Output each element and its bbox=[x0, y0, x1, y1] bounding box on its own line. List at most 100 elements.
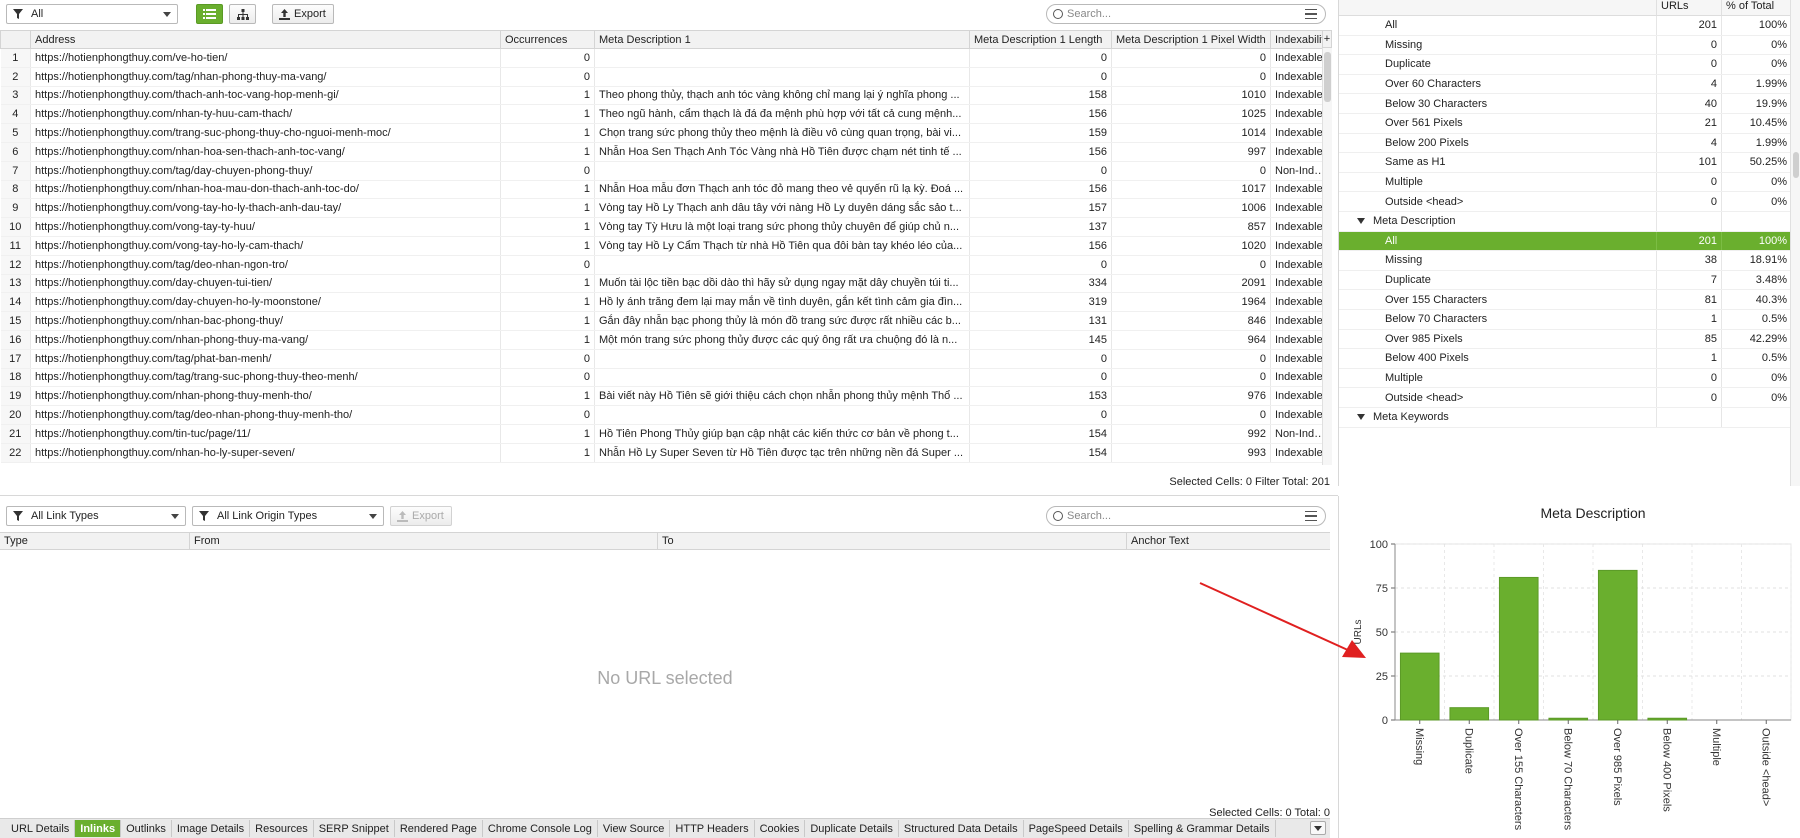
cell-length[interactable]: 157 bbox=[969, 198, 1112, 219]
cell-occurrences[interactable]: 1 bbox=[500, 330, 595, 350]
cell-address[interactable]: https://hotienphongthuy.com/nhan-phong-t… bbox=[30, 330, 501, 350]
cell-pixel-width[interactable]: 1006 bbox=[1111, 198, 1271, 219]
tab-chrome-console-log[interactable]: Chrome Console Log bbox=[483, 820, 598, 837]
row-number[interactable]: 8 bbox=[0, 180, 31, 200]
overview-item[interactable]: Outside <head> 0 0% bbox=[1339, 388, 1791, 408]
cell-length[interactable]: 334 bbox=[969, 274, 1112, 294]
tree-view-button[interactable] bbox=[229, 4, 256, 24]
cell-meta-description[interactable]: Nhẫn Hoa Sen Thạch Anh Tóc Vàng nhà Hồ T… bbox=[594, 142, 970, 162]
cell-address[interactable]: https://hotienphongthuy.com/tag/deo-nhan… bbox=[30, 405, 501, 425]
row-number[interactable]: 15 bbox=[0, 311, 31, 331]
cell-occurrences[interactable]: 1 bbox=[500, 104, 595, 125]
cell-address[interactable]: https://hotienphongthuy.com/tag/day-chuy… bbox=[30, 161, 501, 181]
cell-length[interactable]: 156 bbox=[969, 104, 1112, 125]
cell-occurrences[interactable]: 1 bbox=[500, 86, 595, 106]
cell-pixel-width[interactable]: 1025 bbox=[1111, 104, 1271, 125]
link-types-dropdown[interactable]: All Link Types bbox=[6, 506, 186, 526]
row-number[interactable]: 17 bbox=[0, 349, 31, 369]
cell-occurrences[interactable]: 1 bbox=[500, 386, 595, 407]
cell-meta-description[interactable]: Vòng tay Hồ Ly Cẩm Thạch từ nhà Hồ Tiên … bbox=[594, 236, 970, 256]
cell-address[interactable]: https://hotienphongthuy.com/tag/deo-nhan… bbox=[30, 255, 501, 275]
link-origin-dropdown[interactable]: All Link Origin Types bbox=[192, 506, 384, 526]
row-number[interactable]: 16 bbox=[0, 330, 31, 350]
column-header-length[interactable]: Meta Description 1 Length bbox=[969, 30, 1112, 49]
row-number[interactable]: 9 bbox=[0, 198, 31, 219]
tab-resources[interactable]: Resources bbox=[250, 820, 314, 837]
table-row[interactable]: 16 https://hotienphongthuy.com/nhan-phong… bbox=[0, 330, 1331, 350]
cell-length[interactable]: 0 bbox=[969, 405, 1112, 425]
cell-pixel-width[interactable]: 1964 bbox=[1111, 292, 1271, 313]
grid-scrollbar[interactable] bbox=[1322, 48, 1332, 465]
cell-address[interactable]: https://hotienphongthuy.com/tag/phat-ban… bbox=[30, 349, 501, 369]
overview-item[interactable]: All 201 100% bbox=[1339, 231, 1791, 252]
grid-scrollbar-thumb[interactable] bbox=[1324, 52, 1331, 102]
cell-occurrences[interactable]: 1 bbox=[500, 424, 595, 444]
tab-duplicate-details[interactable]: Duplicate Details bbox=[805, 820, 899, 837]
table-row[interactable]: 14 https://hotienphongthuy.com/day-chuyen… bbox=[0, 292, 1331, 313]
cell-address[interactable]: https://hotienphongthuy.com/tin-tuc/page… bbox=[30, 424, 501, 444]
overview-item[interactable]: Duplicate 7 3.48% bbox=[1339, 270, 1791, 291]
cell-length[interactable]: 0 bbox=[969, 349, 1112, 369]
cell-meta-description[interactable]: Vòng tay Hồ Ly Thạch anh dâu tây với nàn… bbox=[594, 198, 970, 219]
cell-length[interactable]: 0 bbox=[969, 48, 1112, 68]
column-header-address[interactable]: Address bbox=[30, 30, 501, 49]
table-row[interactable]: 13 https://hotienphongthuy.com/day-chuyen… bbox=[0, 274, 1331, 294]
row-number[interactable]: 10 bbox=[0, 217, 31, 237]
cell-pixel-width[interactable]: 0 bbox=[1111, 67, 1271, 87]
row-number[interactable]: 2 bbox=[0, 67, 31, 87]
column-header-meta-description[interactable]: Meta Description 1 bbox=[594, 30, 970, 49]
expand-triangle-icon[interactable] bbox=[1357, 218, 1365, 225]
cell-occurrences[interactable]: 0 bbox=[500, 405, 595, 425]
cell-address[interactable]: https://hotienphongthuy.com/nhan-ho-ly-s… bbox=[30, 443, 501, 463]
cell-address[interactable]: https://hotienphongthuy.com/vong-tay-ho-… bbox=[30, 198, 501, 219]
search-settings-icon[interactable] bbox=[1305, 511, 1317, 521]
cell-meta-description[interactable]: Muốn tài lộc tiền bạc dồi dào thì hãy sử… bbox=[594, 274, 970, 294]
tab-image-details[interactable]: Image Details bbox=[172, 820, 251, 837]
cell-meta-description[interactable] bbox=[594, 161, 970, 181]
row-number[interactable]: 12 bbox=[0, 255, 31, 275]
table-row[interactable]: 12 https://hotienphongthuy.com/tag/deo-nh… bbox=[0, 255, 1331, 275]
overview-item[interactable]: Missing 38 18.91% bbox=[1339, 251, 1791, 271]
cell-meta-description[interactable]: Nhẫn Hồ Ly Super Seven từ Hồ Tiên được t… bbox=[594, 443, 970, 463]
export-button[interactable]: Export bbox=[272, 4, 334, 24]
table-row[interactable]: 20 https://hotienphongthuy.com/tag/deo-nh… bbox=[0, 405, 1331, 425]
cell-pixel-width[interactable]: 0 bbox=[1111, 161, 1271, 181]
cell-address[interactable]: https://hotienphongthuy.com/tag/nhan-pho… bbox=[30, 67, 501, 87]
table-row[interactable]: 22 https://hotienphongthuy.com/nhan-ho-ly… bbox=[0, 443, 1331, 463]
search-input[interactable]: Search... bbox=[1046, 4, 1326, 24]
column-header-pixel-width[interactable]: Meta Description 1 Pixel Width bbox=[1111, 30, 1271, 49]
cell-length[interactable]: 145 bbox=[969, 330, 1112, 350]
overview-scrollbar-thumb[interactable] bbox=[1793, 152, 1799, 178]
row-number[interactable]: 22 bbox=[0, 443, 31, 463]
cell-pixel-width[interactable]: 0 bbox=[1111, 48, 1271, 68]
cell-pixel-width[interactable]: 964 bbox=[1111, 330, 1271, 350]
table-row[interactable]: 19 https://hotienphongthuy.com/nhan-phong… bbox=[0, 386, 1331, 407]
column-header-anchor-text[interactable]: Anchor Text bbox=[1127, 533, 1330, 549]
tab-serp-snippet[interactable]: SERP Snippet bbox=[314, 820, 395, 837]
cell-occurrences[interactable]: 0 bbox=[500, 368, 595, 388]
table-row[interactable]: 10 https://hotienphongthuy.com/vong-tay-t… bbox=[0, 217, 1331, 237]
cell-pixel-width[interactable]: 992 bbox=[1111, 424, 1271, 444]
cell-pixel-width[interactable]: 1014 bbox=[1111, 123, 1271, 143]
cell-occurrences[interactable]: 1 bbox=[500, 311, 595, 331]
tab-structured-data-details[interactable]: Structured Data Details bbox=[899, 820, 1024, 837]
table-row[interactable]: 1 https://hotienphongthuy.com/ve-ho-tien/… bbox=[0, 48, 1331, 68]
cell-occurrences[interactable]: 1 bbox=[500, 180, 595, 200]
cell-pixel-width[interactable]: 846 bbox=[1111, 311, 1271, 331]
cell-pixel-width[interactable]: 993 bbox=[1111, 443, 1271, 463]
overview-section[interactable]: Meta Description bbox=[1339, 212, 1791, 232]
cell-pixel-width[interactable]: 1010 bbox=[1111, 86, 1271, 106]
row-number[interactable]: 11 bbox=[0, 236, 31, 256]
tab-spelling-grammar-details[interactable]: Spelling & Grammar Details bbox=[1129, 820, 1276, 837]
tab-http-headers[interactable]: HTTP Headers bbox=[670, 820, 755, 837]
cell-occurrences[interactable]: 1 bbox=[500, 236, 595, 256]
row-number[interactable]: 14 bbox=[0, 292, 31, 313]
table-row[interactable]: 6 https://hotienphongthuy.com/nhan-hoa-se… bbox=[0, 142, 1331, 162]
cell-length[interactable]: 154 bbox=[969, 424, 1112, 444]
overview-item[interactable]: Below 400 Pixels 1 0.5% bbox=[1339, 349, 1791, 369]
lower-search-input[interactable]: Search... bbox=[1046, 506, 1326, 526]
cell-pixel-width[interactable]: 0 bbox=[1111, 349, 1271, 369]
cell-length[interactable]: 154 bbox=[969, 443, 1112, 463]
overview-item[interactable]: Over 561 Pixels 21 10.45% bbox=[1339, 114, 1791, 134]
cell-occurrences[interactable]: 1 bbox=[500, 274, 595, 294]
